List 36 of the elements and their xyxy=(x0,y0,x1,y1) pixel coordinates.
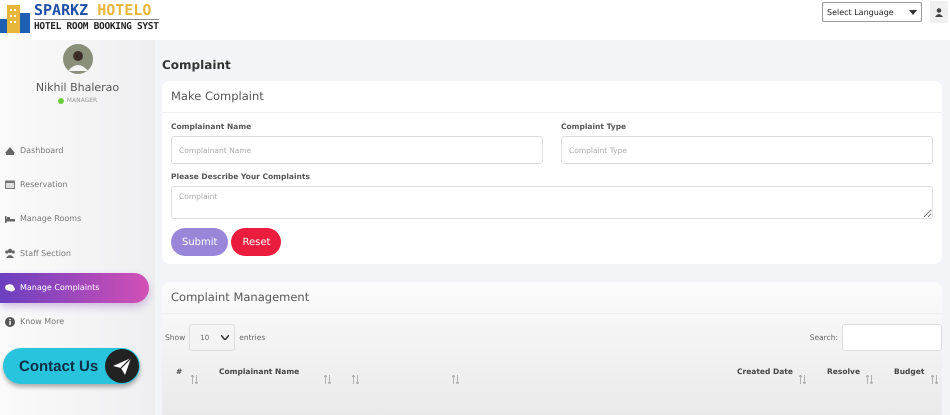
sort-icon xyxy=(191,375,198,384)
card-title: Make Complaint xyxy=(162,81,942,113)
chevron-icon xyxy=(221,335,230,340)
sort-icon xyxy=(866,375,873,384)
chat-icon xyxy=(5,282,15,293)
brand-tagline: HOTEL ROOM BOOKING SYST xyxy=(34,19,159,33)
sort-icon xyxy=(452,375,459,384)
sidebar-item[interactable]: Manage Complaints xyxy=(0,272,149,303)
user-button[interactable] xyxy=(930,1,948,23)
info-icon xyxy=(5,316,15,327)
sort-icon xyxy=(931,375,938,384)
submit-button[interactable]: Submit xyxy=(171,228,228,256)
sidebar-item[interactable]: Manage Rooms xyxy=(0,204,149,234)
sort-icon xyxy=(324,375,331,384)
calendar-icon xyxy=(5,179,15,190)
contact-button[interactable]: Contact Us xyxy=(3,348,140,384)
language-select[interactable]: Select Language xyxy=(822,2,922,22)
sort-icon xyxy=(799,375,806,384)
search-field[interactable] xyxy=(842,324,942,351)
sidebar-item[interactable]: Dashboard xyxy=(0,135,149,165)
users-icon xyxy=(5,248,15,258)
paper-plane-icon xyxy=(105,349,139,384)
reset-button[interactable]: Reset xyxy=(231,228,282,256)
user-name: Nikhil Bhalerao xyxy=(36,81,120,94)
sidebar-item[interactable]: Staff Section xyxy=(0,238,149,268)
sidebar-item[interactable]: Reservation xyxy=(0,169,149,200)
sort-icon xyxy=(352,375,359,384)
house-icon xyxy=(5,145,15,155)
brand-name: SPARKZ HOTELO xyxy=(34,2,152,19)
caret-icon xyxy=(909,10,917,14)
card-title: Complaint Management xyxy=(162,282,942,314)
bed-icon xyxy=(5,214,15,224)
page-title: Complaint xyxy=(162,58,232,72)
sidebar-item[interactable]: Know More xyxy=(0,306,149,337)
avatar xyxy=(62,44,92,74)
user-icon xyxy=(935,8,943,16)
